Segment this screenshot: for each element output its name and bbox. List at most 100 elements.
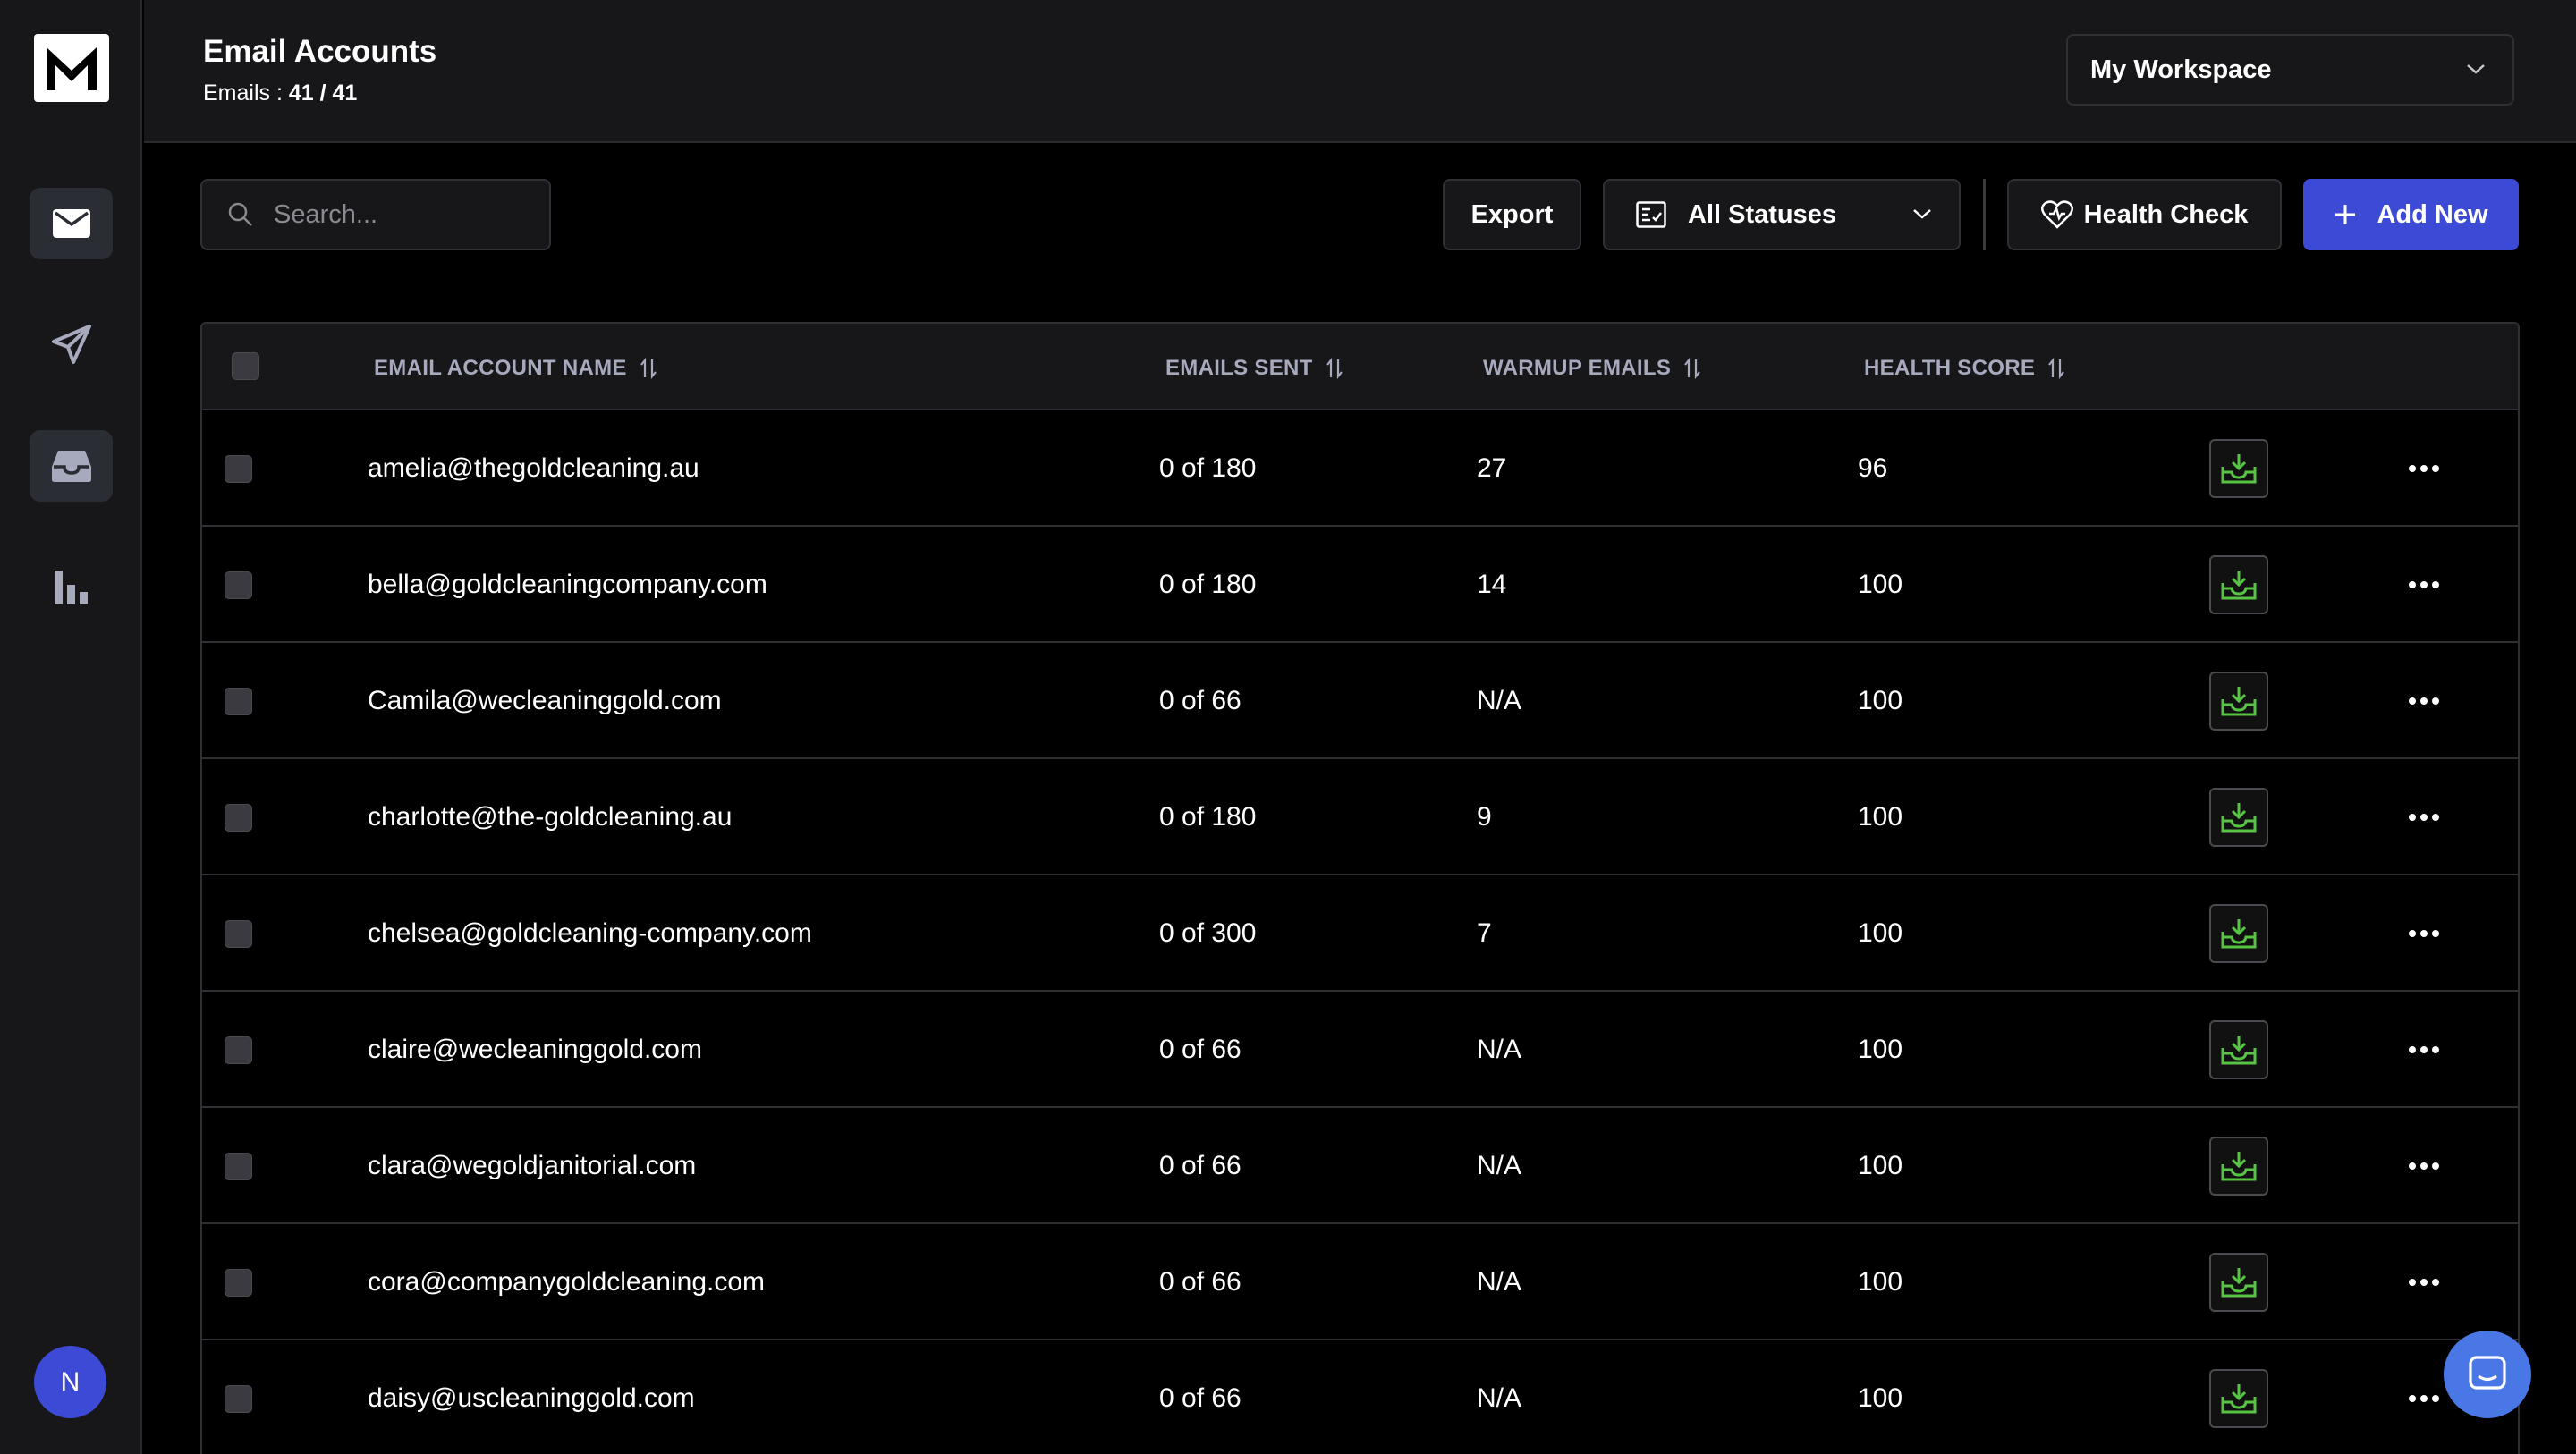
emails-sent-value: 0 of 66 <box>1159 1151 1241 1180</box>
row-checkbox[interactable] <box>225 1269 252 1297</box>
health-score-value: 100 <box>1858 1383 1903 1413</box>
warmup-emails-value: 14 <box>1477 570 1507 599</box>
inbox-placement-button[interactable] <box>2209 555 2268 614</box>
more-options-button[interactable] <box>2404 920 2444 947</box>
sidebar-item-campaigns[interactable] <box>30 309 113 380</box>
row-checkbox[interactable] <box>225 1036 252 1064</box>
warmup-emails-value: 27 <box>1477 453 1507 483</box>
column-header-email[interactable]: EMAIL ACCOUNT NAME <box>374 356 657 381</box>
table-row[interactable]: claire@wecleaninggold.com 0 of 66 N/A 10… <box>202 992 2518 1108</box>
inbox-placement-button[interactable] <box>2209 439 2268 498</box>
inbox-placement-button[interactable] <box>2209 672 2268 731</box>
table-row[interactable]: chelsea@goldcleaning-company.com 0 of 30… <box>202 875 2518 992</box>
sort-icon <box>1684 358 1700 379</box>
row-checkbox[interactable] <box>225 920 252 948</box>
more-options-button[interactable] <box>2404 1269 2444 1296</box>
sort-icon <box>640 358 657 379</box>
more-options-button[interactable] <box>2404 571 2444 598</box>
inbox-placement-button[interactable] <box>2209 1020 2268 1079</box>
table-row[interactable]: charlotte@the-goldcleaning.au 0 of 180 9… <box>202 759 2518 875</box>
warmup-emails-value: N/A <box>1477 1383 1522 1413</box>
ellipsis-icon <box>2409 1046 2439 1053</box>
column-header-health-score[interactable]: HEALTH SCORE <box>1864 356 2065 381</box>
column-header-emails-sent[interactable]: EMAILS SENT <box>1165 356 1343 381</box>
mail-icon <box>52 209 90 238</box>
more-options-button[interactable] <box>2404 455 2444 482</box>
chat-icon <box>2469 1356 2506 1390</box>
inbox-placement-button[interactable] <box>2209 1253 2268 1312</box>
row-checkbox[interactable] <box>225 804 252 832</box>
more-options-button[interactable] <box>2404 688 2444 714</box>
table-row[interactable]: amelia@thegoldcleaning.au 0 of 180 27 96 <box>202 410 2518 527</box>
plus-icon <box>2335 205 2356 224</box>
search-input[interactable] <box>274 199 542 230</box>
email-account-name[interactable]: claire@wecleaninggold.com <box>368 1035 702 1065</box>
more-options-button[interactable] <box>2404 1153 2444 1179</box>
status-filter-dropdown[interactable]: All Statuses <box>1603 179 1961 250</box>
health-check-label: Health Check <box>2083 199 2249 229</box>
row-checkbox[interactable] <box>225 688 252 715</box>
select-all-checkbox[interactable] <box>232 352 259 380</box>
email-account-name[interactable]: clara@wegoldjanitorial.com <box>368 1151 696 1181</box>
search-box[interactable] <box>200 179 551 250</box>
sidebar-item-unibox[interactable] <box>30 430 113 502</box>
inbox-download-icon <box>2221 919 2257 949</box>
send-icon <box>51 325 91 364</box>
inbox-placement-button[interactable] <box>2209 904 2268 963</box>
avatar[interactable]: N <box>34 1346 106 1418</box>
table-row[interactable]: cora@companygoldcleaning.com 0 of 66 N/A… <box>202 1224 2518 1340</box>
table-row[interactable]: Camila@wecleaninggold.com 0 of 66 N/A 10… <box>202 643 2518 759</box>
inbox-placement-button[interactable] <box>2209 1137 2268 1196</box>
export-button[interactable]: Export <box>1443 179 1581 250</box>
table-row[interactable]: bella@goldcleaningcompany.com 0 of 180 1… <box>202 527 2518 643</box>
sidebar-item-email-accounts[interactable] <box>30 188 113 259</box>
inbox-download-icon <box>2221 687 2257 716</box>
add-new-button[interactable]: Add New <box>2303 179 2519 250</box>
email-account-name[interactable]: bella@goldcleaningcompany.com <box>368 570 767 600</box>
row-checkbox[interactable] <box>225 1385 252 1413</box>
row-checkbox[interactable] <box>225 1153 252 1180</box>
health-check-button[interactable]: Health Check <box>2007 179 2282 250</box>
emails-count-value: 41 / 41 <box>288 80 358 106</box>
health-score-value: 100 <box>1858 918 1903 948</box>
inbox-placement-button[interactable] <box>2209 788 2268 847</box>
checklist-icon <box>1636 201 1666 228</box>
row-checkbox[interactable] <box>225 455 252 483</box>
email-account-name[interactable]: cora@companygoldcleaning.com <box>368 1267 765 1298</box>
emails-sent-value: 0 of 66 <box>1159 1267 1241 1297</box>
column-header-email-label: EMAIL ACCOUNT NAME <box>374 356 627 380</box>
ellipsis-icon <box>2409 930 2439 937</box>
sidebar: N <box>0 0 142 1454</box>
warmup-emails-value: N/A <box>1477 1267 1522 1297</box>
page-header: Email Accounts Emails : 41 / 41 My Works… <box>144 0 2576 143</box>
table-row[interactable]: clara@wegoldjanitorial.com 0 of 66 N/A 1… <box>202 1108 2518 1224</box>
table-header: EMAIL ACCOUNT NAME EMAILS SENT WARMUP EM… <box>202 324 2518 410</box>
email-account-name[interactable]: daisy@uscleaninggold.com <box>368 1383 695 1414</box>
sort-icon <box>2048 358 2065 379</box>
inbox-download-icon <box>2221 803 2257 833</box>
workspace-selector[interactable]: My Workspace <box>2066 34 2514 106</box>
more-options-button[interactable] <box>2404 1385 2444 1412</box>
table-row[interactable]: daisy@uscleaninggold.com 0 of 66 N/A 100 <box>202 1340 2518 1454</box>
inbox-placement-button[interactable] <box>2209 1369 2268 1428</box>
health-score-value: 100 <box>1858 1267 1903 1297</box>
emails-sent-value: 0 of 180 <box>1159 802 1257 832</box>
email-account-name[interactable]: chelsea@goldcleaning-company.com <box>368 918 812 949</box>
email-account-name[interactable]: Camila@wecleaninggold.com <box>368 686 722 716</box>
sidebar-item-analytics[interactable] <box>30 552 113 623</box>
email-account-name[interactable]: charlotte@the-goldcleaning.au <box>368 802 732 833</box>
column-header-warmup-emails[interactable]: WARMUP EMAILS <box>1483 356 1701 381</box>
email-account-name[interactable]: amelia@thegoldcleaning.au <box>368 453 699 484</box>
ellipsis-icon <box>2409 1395 2439 1402</box>
more-options-button[interactable] <box>2404 1036 2444 1063</box>
logo[interactable] <box>34 34 109 102</box>
warmup-emails-value: N/A <box>1477 1035 1522 1064</box>
row-checkbox[interactable] <box>225 571 252 599</box>
inbox-download-icon <box>2221 1152 2257 1181</box>
health-score-value: 100 <box>1858 686 1903 715</box>
ellipsis-icon <box>2409 465 2439 472</box>
more-options-button[interactable] <box>2404 804 2444 831</box>
chat-support-button[interactable] <box>2444 1331 2531 1418</box>
emails-count-label: Emails : <box>203 80 283 106</box>
chevron-down-icon <box>1913 209 1931 219</box>
